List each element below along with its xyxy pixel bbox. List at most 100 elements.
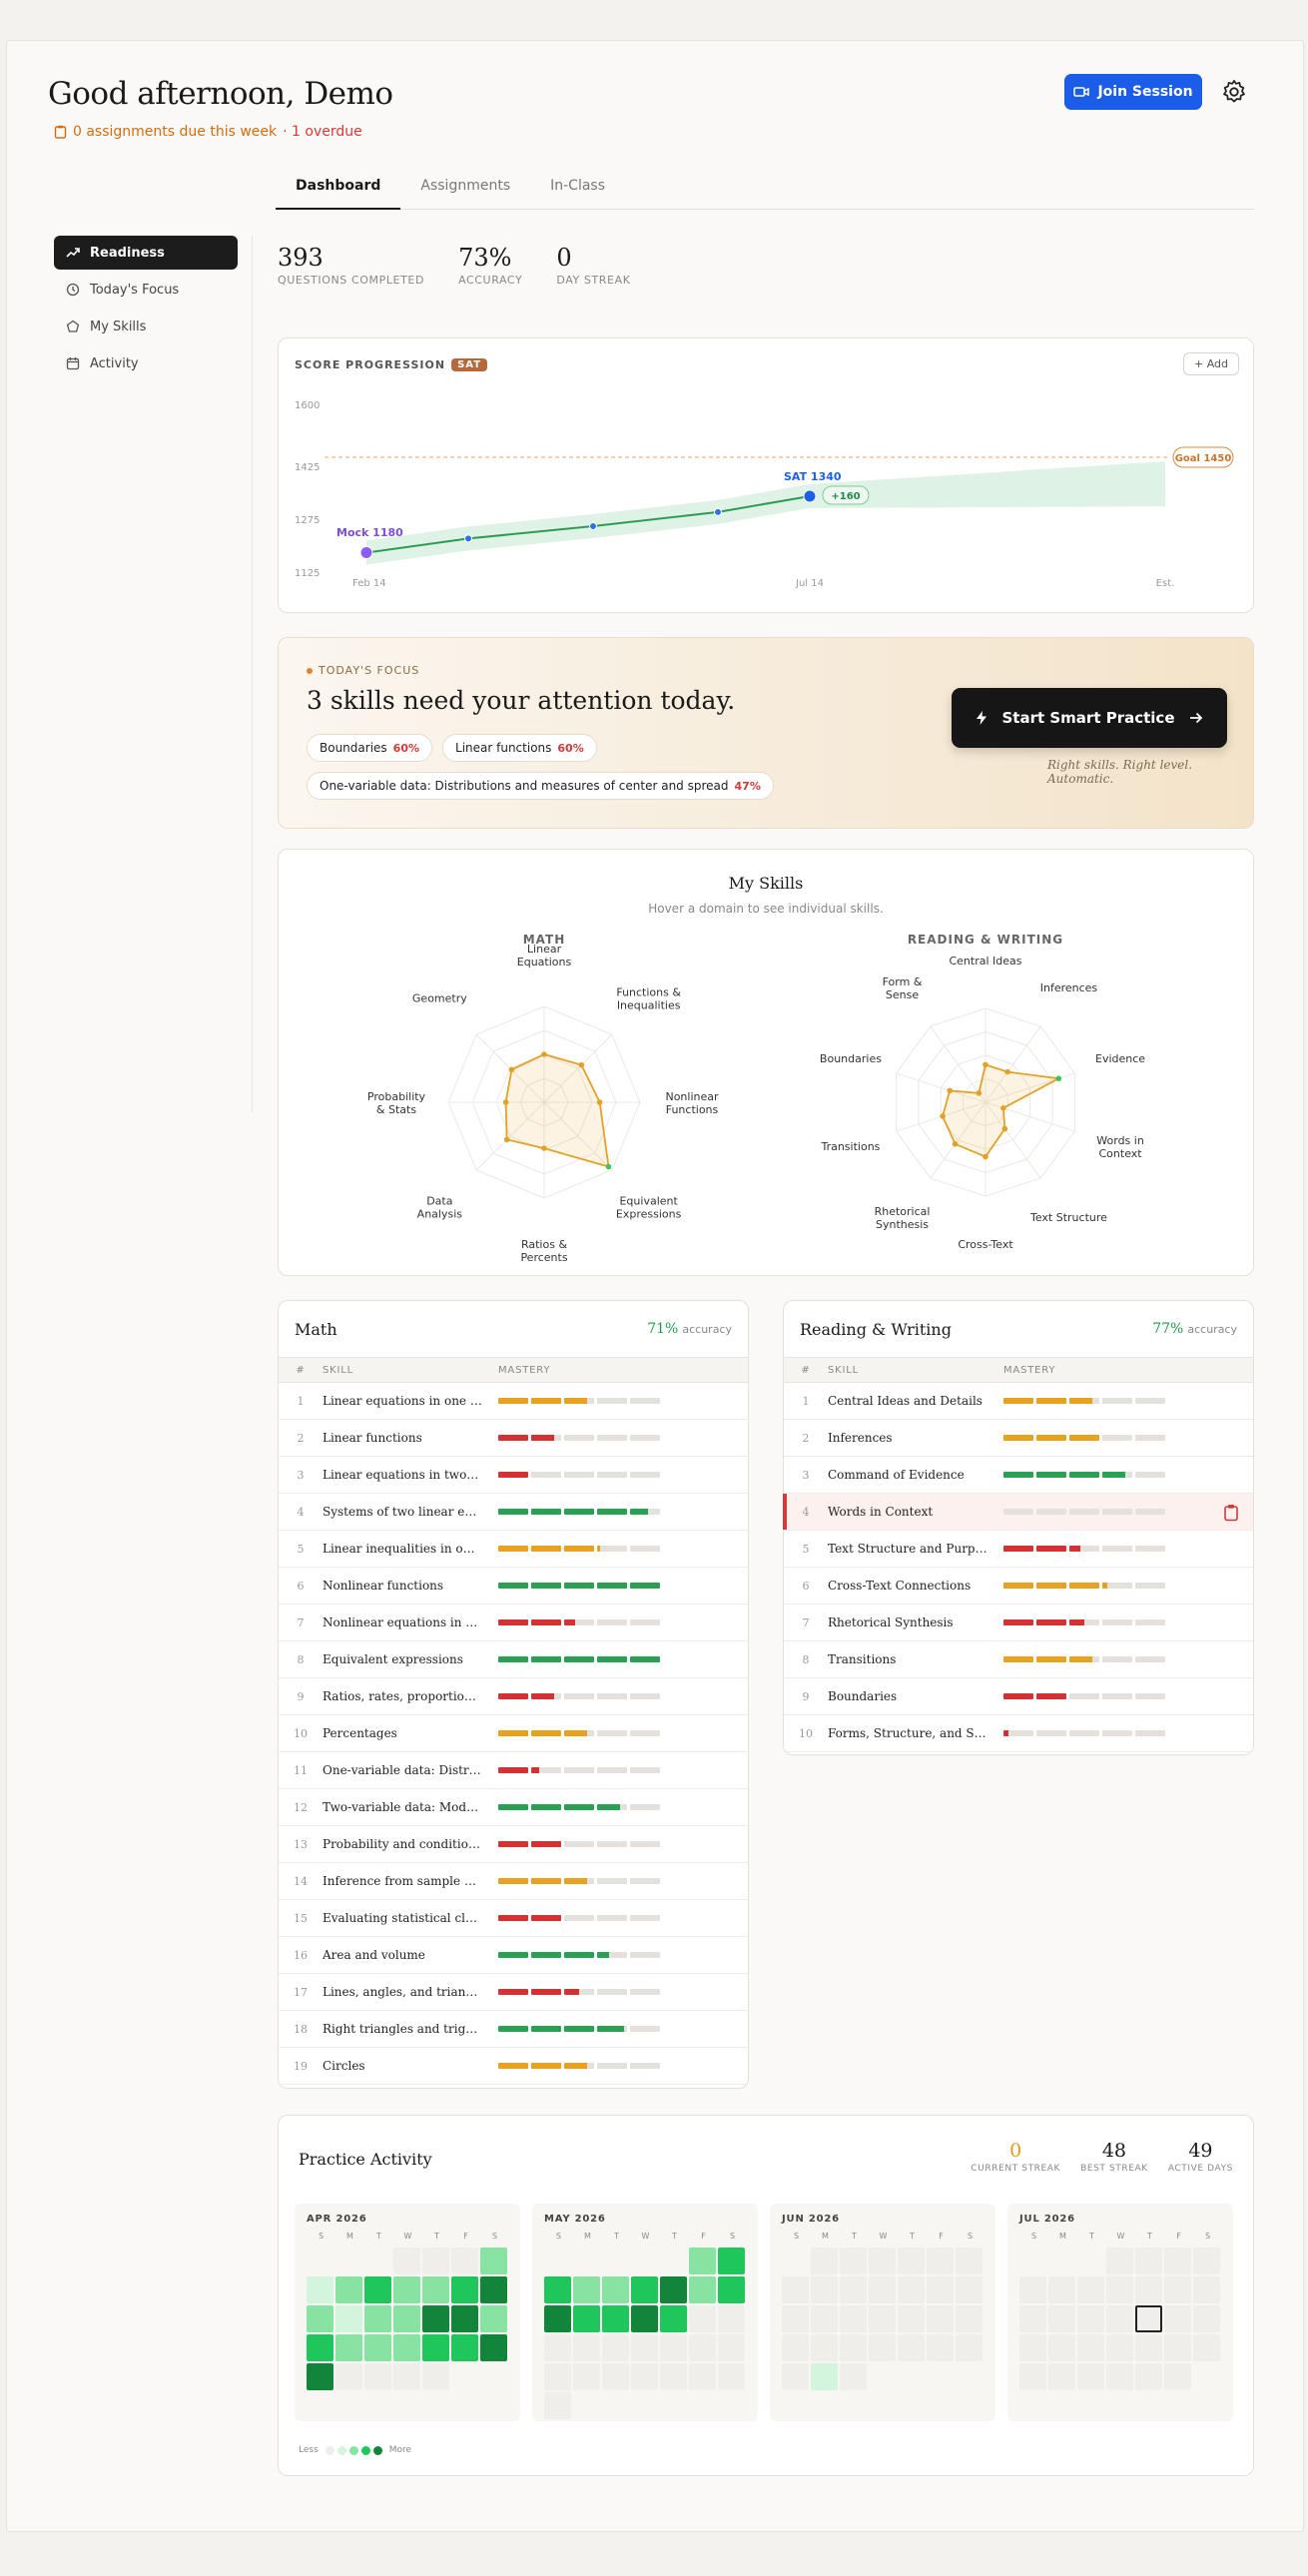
day-cell[interactable] [307, 2363, 333, 2390]
tab-in-class[interactable]: In-Class [530, 166, 625, 210]
day-cell[interactable] [840, 2276, 867, 2303]
day-cell[interactable] [544, 2392, 571, 2419]
day-cell[interactable] [1193, 2248, 1220, 2274]
day-cell[interactable] [1164, 2363, 1191, 2390]
day-cell[interactable] [1048, 2305, 1075, 2332]
day-cell[interactable] [660, 2276, 687, 2303]
day-cell[interactable] [1077, 2276, 1104, 2303]
day-cell[interactable] [811, 2363, 838, 2390]
day-cell[interactable] [660, 2305, 687, 2332]
table-row[interactable]: 8 Equivalent expressions [279, 1641, 748, 1678]
day-cell[interactable] [1048, 2363, 1075, 2390]
radar-point[interactable] [508, 1066, 515, 1073]
day-cell[interactable] [364, 2334, 391, 2361]
day-cell[interactable] [480, 2305, 507, 2332]
day-cell[interactable] [1135, 2276, 1162, 2303]
today-cell[interactable] [1135, 2305, 1162, 2332]
day-cell[interactable] [840, 2334, 867, 2361]
radar-point[interactable] [578, 1061, 585, 1068]
start-smart-practice-button[interactable]: Start Smart Practice [952, 688, 1227, 748]
day-cell[interactable] [1193, 2305, 1220, 2332]
day-cell[interactable] [840, 2363, 867, 2390]
sidebar-item-my-skills[interactable]: My Skills [54, 310, 238, 343]
day-cell[interactable] [927, 2305, 954, 2332]
day-cell[interactable] [422, 2248, 449, 2274]
day-cell[interactable] [631, 2276, 658, 2303]
day-cell[interactable] [335, 2363, 362, 2390]
day-cell[interactable] [1019, 2305, 1046, 2332]
day-cell[interactable] [1106, 2334, 1133, 2361]
day-cell[interactable] [956, 2276, 982, 2303]
day-cell[interactable] [573, 2305, 600, 2332]
focus-chip[interactable]: Boundaries 60% [307, 734, 433, 762]
day-cell[interactable] [869, 2276, 896, 2303]
score-point[interactable] [589, 522, 597, 531]
day-cell[interactable] [898, 2334, 925, 2361]
score-point[interactable] [359, 546, 373, 560]
day-cell[interactable] [422, 2334, 449, 2361]
day-cell[interactable] [422, 2305, 449, 2332]
day-cell[interactable] [544, 2363, 571, 2390]
radar-point[interactable] [605, 1163, 612, 1170]
day-cell[interactable] [544, 2334, 571, 2361]
table-row[interactable]: 14 Inference from sample statistics [279, 1863, 748, 1900]
radar-point[interactable] [596, 1099, 603, 1105]
table-row[interactable]: 13 Probability and conditional probabilit… [279, 1826, 748, 1863]
radar-point[interactable] [1004, 1068, 1010, 1075]
score-point[interactable] [464, 534, 472, 543]
day-cell[interactable] [393, 2248, 420, 2274]
day-cell[interactable] [1164, 2305, 1191, 2332]
score-point[interactable] [714, 507, 722, 516]
day-cell[interactable] [307, 2276, 333, 2303]
tab-dashboard[interactable]: Dashboard [276, 166, 401, 210]
table-row[interactable]: 9 Boundaries [784, 1678, 1253, 1715]
table-row[interactable]: 5 Text Structure and Purpose [784, 1531, 1253, 1568]
day-cell[interactable] [782, 2276, 809, 2303]
day-cell[interactable] [1164, 2276, 1191, 2303]
table-row[interactable]: 2 Inferences [784, 1420, 1253, 1457]
day-cell[interactable] [898, 2248, 925, 2274]
day-cell[interactable] [811, 2305, 838, 2332]
tab-assignments[interactable]: Assignments [400, 166, 530, 210]
day-cell[interactable] [869, 2248, 896, 2274]
radar-point[interactable] [541, 1051, 547, 1057]
day-cell[interactable] [307, 2334, 333, 2361]
day-cell[interactable] [718, 2276, 745, 2303]
day-cell[interactable] [811, 2334, 838, 2361]
table-row[interactable]: 3 Command of Evidence [784, 1457, 1253, 1494]
day-cell[interactable] [956, 2305, 982, 2332]
day-cell[interactable] [631, 2305, 658, 2332]
table-row[interactable]: 4 Words in Context [783, 1494, 1253, 1531]
table-row[interactable]: 1 Central Ideas and Details [784, 1383, 1253, 1420]
day-cell[interactable] [927, 2276, 954, 2303]
radar-point[interactable] [982, 1153, 988, 1160]
day-cell[interactable] [422, 2276, 449, 2303]
day-cell[interactable] [631, 2334, 658, 2361]
day-cell[interactable] [544, 2305, 571, 2332]
day-cell[interactable] [335, 2305, 362, 2332]
table-row[interactable]: 4 Systems of two linear equations [279, 1494, 748, 1531]
day-cell[interactable] [1019, 2276, 1046, 2303]
day-cell[interactable] [1193, 2276, 1220, 2303]
day-cell[interactable] [1135, 2334, 1162, 2361]
day-cell[interactable] [718, 2248, 745, 2274]
day-cell[interactable] [956, 2334, 982, 2361]
day-cell[interactable] [1077, 2363, 1104, 2390]
sidebar-item-todays-focus[interactable]: Today's Focus [54, 273, 238, 307]
table-row[interactable]: 11 One-variable data: Distributions [279, 1752, 748, 1789]
day-cell[interactable] [1106, 2305, 1133, 2332]
day-cell[interactable] [1164, 2334, 1191, 2361]
table-row[interactable]: 16 Area and volume [279, 1937, 748, 1974]
assignments-due[interactable]: 0 assignments due this week · 1 overdue [54, 124, 362, 140]
day-cell[interactable] [927, 2334, 954, 2361]
day-cell[interactable] [898, 2276, 925, 2303]
table-row[interactable]: 7 Rhetorical Synthesis [784, 1605, 1253, 1641]
day-cell[interactable] [480, 2334, 507, 2361]
day-cell[interactable] [631, 2363, 658, 2390]
radar-point[interactable] [1001, 1125, 1008, 1132]
radar-point[interactable] [947, 1087, 954, 1094]
day-cell[interactable] [1077, 2305, 1104, 2332]
day-cell[interactable] [451, 2305, 478, 2332]
day-cell[interactable] [689, 2305, 716, 2332]
day-cell[interactable] [1193, 2334, 1220, 2361]
